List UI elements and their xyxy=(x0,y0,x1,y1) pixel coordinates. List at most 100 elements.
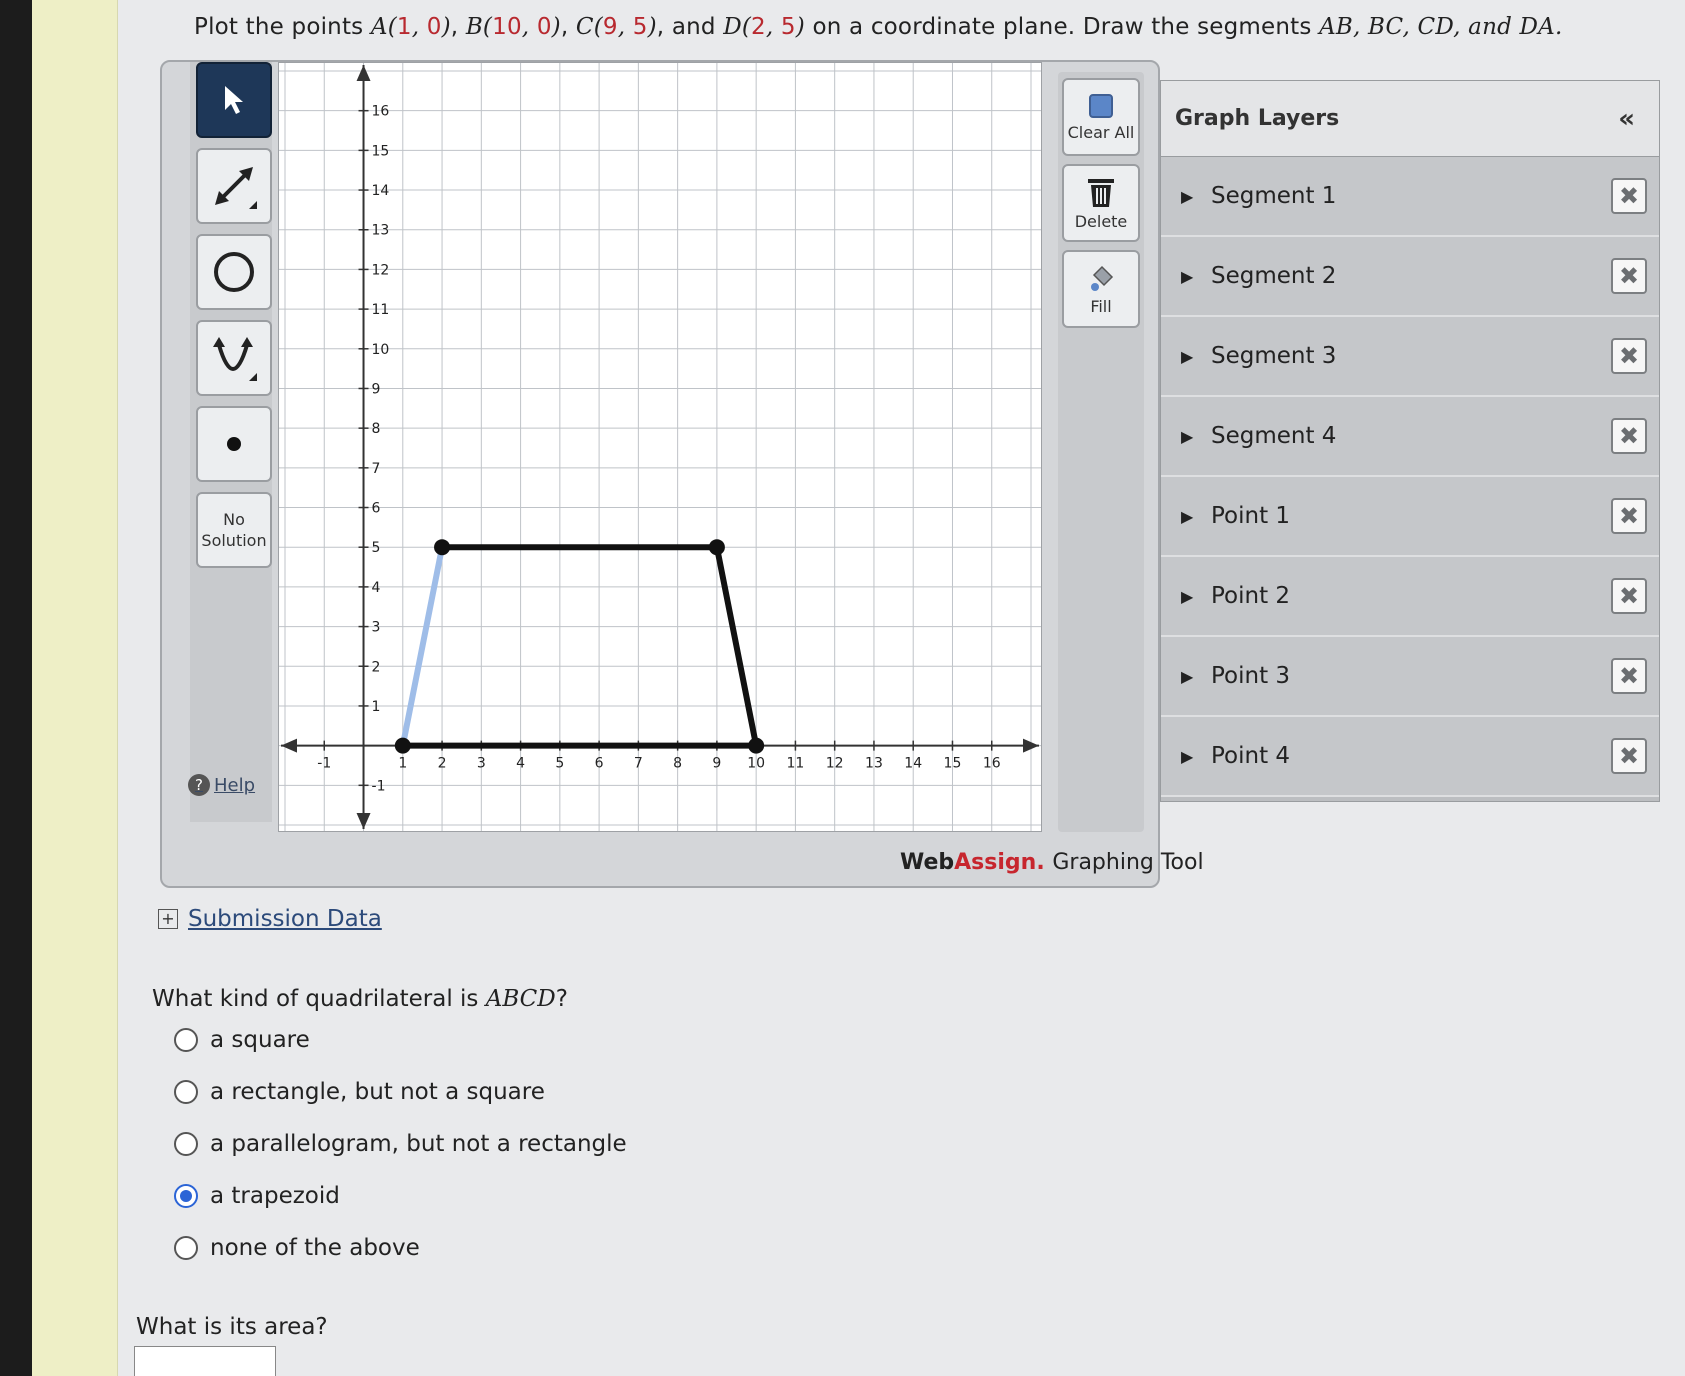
expand-plus-icon: + xyxy=(158,909,178,929)
graph-segment[interactable] xyxy=(399,544,446,749)
dot-icon xyxy=(227,437,241,451)
expand-triangle-icon[interactable]: ▶ xyxy=(1181,187,1211,206)
collapse-layers-button[interactable]: « xyxy=(1618,104,1635,134)
layer-name: Segment 3 xyxy=(1211,343,1337,369)
graph-layers-panel: Graph Layers « ▶ Segment 1 ✖ ▶ Segment 2 ✖ ▶ Se… xyxy=(1160,80,1660,802)
y-tick-label: 3 xyxy=(372,620,381,636)
remove-layer-icon[interactable]: ✖ xyxy=(1611,738,1647,774)
expand-triangle-icon[interactable]: ▶ xyxy=(1181,587,1211,606)
y-tick-label: 7 xyxy=(372,461,381,477)
layer-row[interactable]: ▶ Point 1 ✖ xyxy=(1161,477,1659,557)
expand-triangle-icon[interactable]: ▶ xyxy=(1181,347,1211,366)
remove-layer-icon[interactable]: ✖ xyxy=(1611,258,1647,294)
y-tick-label: 14 xyxy=(372,183,390,199)
x-tick-label: 14 xyxy=(904,756,922,772)
x-tick-label: 6 xyxy=(595,756,604,772)
problem-prompt: Plot the points A(1, 0), B(10, 0), C(9, … xyxy=(194,14,1563,40)
graph-point[interactable] xyxy=(394,737,411,754)
x-tick-label: 2 xyxy=(438,756,447,772)
y-tick-label: -1 xyxy=(372,778,386,794)
graphing-tool: No Solution ? Help -1 1 2 3 4 5 6 7 8 9 10 11 12 13 14… xyxy=(160,60,1204,888)
point-tool-button[interactable] xyxy=(196,406,272,482)
paint-bucket-icon xyxy=(1091,265,1114,291)
circle-tool-button[interactable] xyxy=(196,234,272,310)
answer-option[interactable]: a square xyxy=(174,1014,627,1066)
layer-row[interactable]: ▶ Segment 4 ✖ xyxy=(1161,397,1659,477)
y-tick-label: 1 xyxy=(372,699,381,715)
x-tick-label: 12 xyxy=(826,756,844,772)
help-link[interactable]: ? Help xyxy=(188,774,255,796)
x-tick-label: 1 xyxy=(398,756,407,772)
layer-list: ▶ Segment 1 ✖ ▶ Segment 2 ✖ ▶ Segment 3 ✖ ▶ Segmen… xyxy=(1161,157,1659,797)
x-tick-label: 3 xyxy=(477,756,486,772)
remove-layer-icon[interactable]: ✖ xyxy=(1611,498,1647,534)
edit-tools: Clear All Delete Fill xyxy=(1058,72,1144,832)
layer-row[interactable]: ▶ Segment 3 ✖ xyxy=(1161,317,1659,397)
submission-data-toggle[interactable]: + Submission Data xyxy=(158,906,382,932)
graph-canvas[interactable]: -1 1 2 3 4 5 6 7 8 9 10 11 12 13 14 15 16 -1 1 2 3 4 5 6 7 8 9 10 11… xyxy=(278,62,1042,832)
remove-layer-icon[interactable]: ✖ xyxy=(1611,418,1647,454)
radio-button[interactable] xyxy=(174,1184,198,1208)
y-tick-label: 10 xyxy=(372,342,390,358)
clear-all-button[interactable]: Clear All xyxy=(1062,78,1140,156)
graph-point[interactable] xyxy=(708,539,725,556)
delete-button[interactable]: Delete xyxy=(1062,164,1140,242)
answer-option[interactable]: a parallelogram, but not a rectangle xyxy=(174,1118,627,1170)
x-tick-label: -1 xyxy=(317,756,331,772)
expand-triangle-icon[interactable]: ▶ xyxy=(1181,267,1211,286)
graph-point[interactable] xyxy=(748,737,765,754)
x-tick-label: 16 xyxy=(983,756,1001,772)
expand-triangle-icon[interactable]: ▶ xyxy=(1181,427,1211,446)
expand-triangle-icon[interactable]: ▶ xyxy=(1181,667,1211,686)
trash-icon xyxy=(1088,178,1114,207)
no-solution-button[interactable]: No Solution xyxy=(196,492,272,568)
x-tick-label: 7 xyxy=(634,756,643,772)
quadrilateral-question: What kind of quadrilateral is ABCD? xyxy=(152,986,568,1012)
area-answer-input[interactable] xyxy=(134,1346,276,1376)
x-tick-label: 4 xyxy=(516,756,525,772)
content: Plot the points A(1, 0), B(10, 0), C(9, … xyxy=(118,0,1685,1376)
parabola-icon xyxy=(213,337,257,381)
layer-name: Point 1 xyxy=(1211,503,1291,529)
tool-palette: No Solution xyxy=(190,62,272,822)
coordinate-plane[interactable]: -1 1 2 3 4 5 6 7 8 9 10 11 12 13 14 15 16-11234567891011… xyxy=(279,63,1041,831)
fill-button[interactable]: Fill xyxy=(1062,250,1140,328)
remove-layer-icon[interactable]: ✖ xyxy=(1611,178,1647,214)
layer-row[interactable]: ▶ Point 3 ✖ xyxy=(1161,637,1659,717)
pointer-tool-button[interactable] xyxy=(196,62,272,138)
y-axis-arrow-down xyxy=(356,813,371,829)
radio-button[interactable] xyxy=(174,1028,198,1052)
layer-row[interactable]: ▶ Point 4 ✖ xyxy=(1161,717,1659,797)
layer-row[interactable]: ▶ Segment 2 ✖ xyxy=(1161,237,1659,317)
layer-row[interactable]: ▶ Point 2 ✖ xyxy=(1161,557,1659,637)
y-tick-label: 15 xyxy=(372,143,390,159)
remove-layer-icon[interactable]: ✖ xyxy=(1611,658,1647,694)
parabola-tool-button[interactable] xyxy=(196,320,272,396)
graph-point[interactable] xyxy=(434,539,451,556)
layer-row[interactable]: ▶ Segment 1 ✖ xyxy=(1161,157,1659,237)
radio-button[interactable] xyxy=(174,1132,198,1156)
x-tick-label: 13 xyxy=(865,756,883,772)
y-tick-label: 6 xyxy=(372,501,381,517)
point-a: A(1, 0) xyxy=(370,14,451,40)
answer-option[interactable]: none of the above xyxy=(174,1222,627,1274)
answer-option[interactable]: a trapezoid xyxy=(174,1170,627,1222)
y-tick-label: 16 xyxy=(372,104,390,120)
remove-layer-icon[interactable]: ✖ xyxy=(1611,578,1647,614)
page-left-strip xyxy=(32,0,118,1376)
remove-layer-icon[interactable]: ✖ xyxy=(1611,338,1647,374)
graph-layers-header: Graph Layers « xyxy=(1161,81,1659,157)
y-tick-label: 5 xyxy=(372,540,381,556)
expand-triangle-icon[interactable]: ▶ xyxy=(1181,507,1211,526)
answer-options: a square a rectangle, but not a square a p… xyxy=(174,1014,627,1274)
radio-button[interactable] xyxy=(174,1236,198,1260)
line-tool-button[interactable] xyxy=(196,148,272,224)
expand-triangle-icon[interactable]: ▶ xyxy=(1181,747,1211,766)
answer-option[interactable]: a rectangle, but not a square xyxy=(174,1066,627,1118)
graph-segment[interactable] xyxy=(713,544,760,749)
radio-button[interactable] xyxy=(174,1080,198,1104)
layer-name: Point 2 xyxy=(1211,583,1291,609)
layer-name: Point 3 xyxy=(1211,663,1291,689)
y-tick-label: 9 xyxy=(372,381,381,397)
x-tick-label: 15 xyxy=(944,756,962,772)
